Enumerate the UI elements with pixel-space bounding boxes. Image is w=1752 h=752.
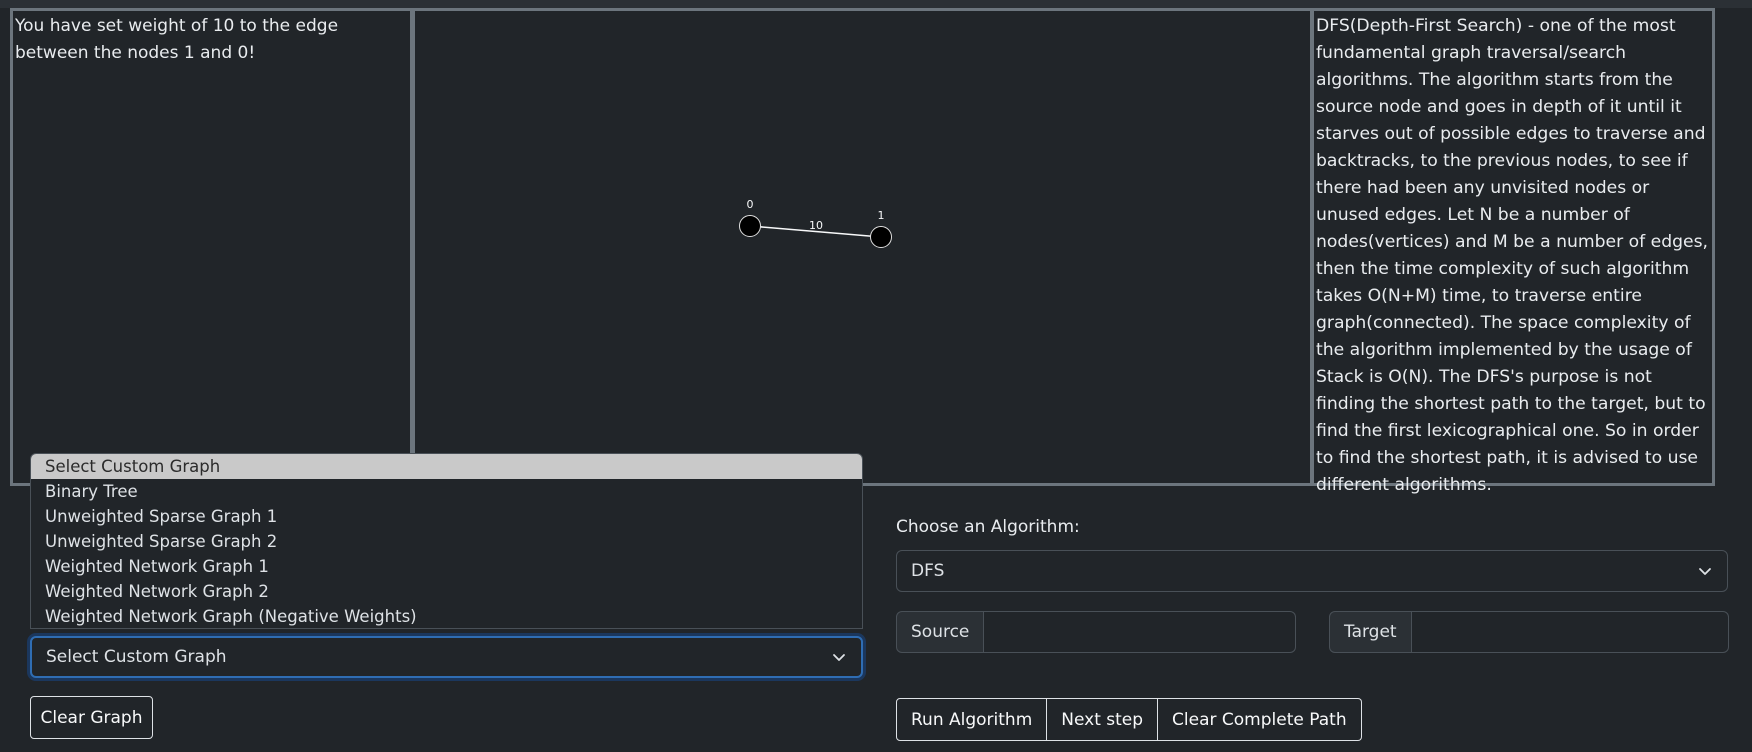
edge-weight-label: 10 (809, 219, 823, 232)
algorithm-description: DFS(Depth-First Search) - one of the mos… (1316, 16, 1709, 495)
next-step-button[interactable]: Next step (1047, 698, 1159, 741)
custom-graph-selected: Select Custom Graph (46, 647, 227, 667)
clear-graph-button[interactable]: Clear Graph (30, 696, 153, 739)
source-input-group: Source (896, 611, 1296, 653)
algorithm-info-panel: DFS(Depth-First Search) - one of the mos… (1311, 8, 1715, 495)
source-input[interactable] (984, 611, 1296, 653)
run-algorithm-button[interactable]: Run Algorithm (896, 698, 1048, 741)
graph-svg[interactable]: 10 0 1 (415, 11, 1310, 483)
top-bar (0, 0, 1752, 8)
option-weighted-network-negative[interactable]: Weighted Network Graph (Negative Weights… (31, 604, 862, 628)
source-label: Source (896, 611, 985, 653)
node-label: 1 (878, 209, 885, 222)
chevron-down-icon (1699, 568, 1711, 575)
algorithm-label: Choose an Algorithm: (896, 517, 1080, 537)
algorithm-controls: Run Algorithm Next step Clear Complete P… (896, 698, 1362, 741)
option-binary-tree[interactable]: Binary Tree (31, 479, 862, 504)
chevron-down-icon (833, 654, 845, 661)
option-weighted-network-1[interactable]: Weighted Network Graph 1 (31, 554, 862, 579)
clear-complete-path-button[interactable]: Clear Complete Path (1158, 698, 1362, 741)
graph-node[interactable] (739, 215, 761, 237)
custom-graph-options[interactable]: Select Custom Graph Binary Tree Unweight… (30, 453, 863, 629)
algorithm-selected: DFS (911, 561, 945, 581)
option-unweighted-sparse-2[interactable]: Unweighted Sparse Graph 2 (31, 529, 862, 554)
option-weighted-network-2[interactable]: Weighted Network Graph 2 (31, 579, 862, 604)
graph-node[interactable] (870, 226, 892, 248)
target-label: Target (1329, 611, 1412, 653)
log-panel: You have set weight of 10 to the edge be… (10, 8, 413, 486)
algorithm-select[interactable]: DFS (896, 550, 1728, 592)
log-message: You have set weight of 10 to the edge be… (15, 16, 339, 63)
option-select-custom-graph[interactable]: Select Custom Graph (31, 454, 862, 479)
graph-canvas[interactable]: 10 0 1 (412, 8, 1313, 486)
node-label: 0 (747, 198, 754, 211)
target-input[interactable] (1411, 611, 1729, 653)
target-input-group: Target (1329, 611, 1729, 653)
option-unweighted-sparse-1[interactable]: Unweighted Sparse Graph 1 (31, 504, 862, 529)
custom-graph-select[interactable]: Select Custom Graph (30, 636, 863, 678)
